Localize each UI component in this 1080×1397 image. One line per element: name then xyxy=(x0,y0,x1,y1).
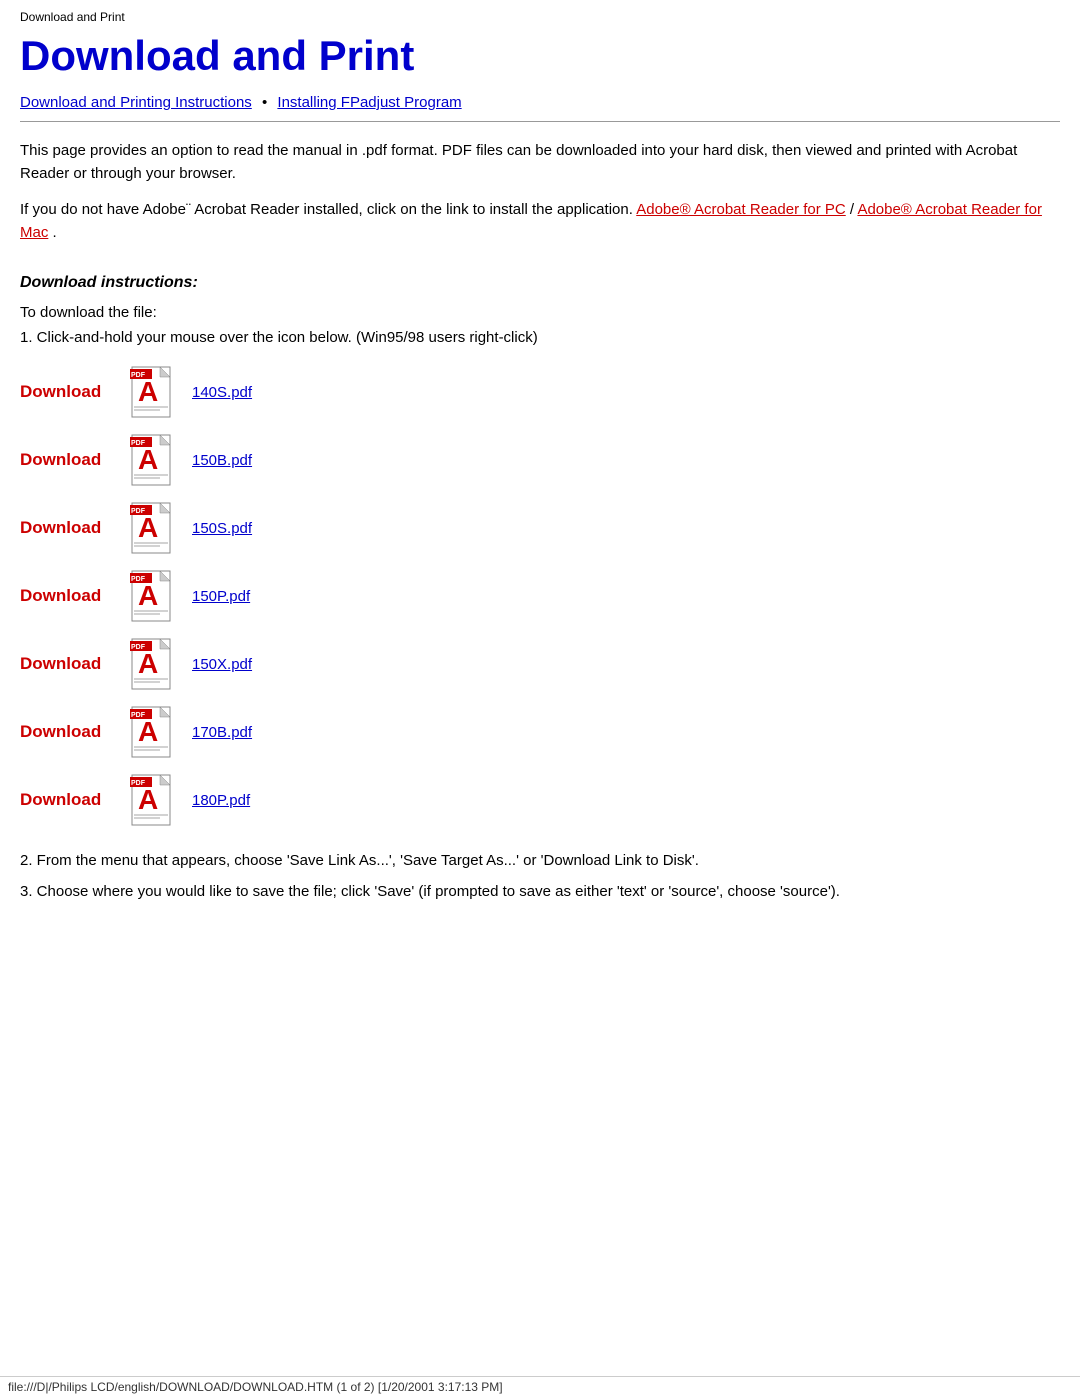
divider xyxy=(20,121,1060,122)
pdf-icon: PDF A xyxy=(130,567,182,625)
download-row: Download PDF A 150B.pdf xyxy=(20,428,1060,492)
browser-title: Download and Print xyxy=(20,10,1060,24)
svg-text:A: A xyxy=(138,716,158,747)
pdf-file-link[interactable]: 150B.pdf xyxy=(192,452,252,469)
pdf-icon: PDF A xyxy=(130,635,182,693)
download-label: Download xyxy=(20,518,130,538)
acrobat-text-before: If you do not have Adobe¨ Acrobat Reader… xyxy=(20,201,633,218)
nav-link-fpadjust[interactable]: Installing FPadjust Program xyxy=(277,94,461,111)
pdf-file-link[interactable]: 150S.pdf xyxy=(192,520,252,537)
to-download-text: To download the file: xyxy=(20,304,1060,321)
acrobat-link-pc[interactable]: Adobe® Acrobat Reader for PC xyxy=(636,201,846,218)
pdf-icon: PDF A xyxy=(130,703,182,761)
download-label: Download xyxy=(20,790,130,810)
svg-text:A: A xyxy=(138,444,158,475)
nav-link-download-instructions[interactable]: Download and Printing Instructions xyxy=(20,94,252,111)
acrobat-text-after: . xyxy=(53,224,57,241)
step2-text: 2. From the menu that appears, choose 'S… xyxy=(20,852,1060,869)
pdf-file-link[interactable]: 170B.pdf xyxy=(192,724,252,741)
section-title: Download instructions: xyxy=(20,274,1060,292)
pdf-icon: PDF A xyxy=(130,431,182,489)
pdf-file-link[interactable]: 180P.pdf xyxy=(192,792,250,809)
step3-text: 3. Choose where you would like to save t… xyxy=(20,881,1060,904)
pdf-file-link[interactable]: 140S.pdf xyxy=(192,384,252,401)
download-row: Download PDF A 150S.pdf xyxy=(20,496,1060,560)
pdf-icon: PDF A xyxy=(130,499,182,557)
download-label: Download xyxy=(20,450,130,470)
download-label: Download xyxy=(20,654,130,674)
pdf-icon: PDF A xyxy=(130,363,182,421)
download-label: Download xyxy=(20,586,130,606)
download-row: Download PDF A 150X.pdf xyxy=(20,632,1060,696)
intro-paragraph: This page provides an option to read the… xyxy=(20,140,1060,185)
svg-text:A: A xyxy=(138,580,158,611)
download-row: Download PDF A 170B.pdf xyxy=(20,700,1060,764)
download-label: Download xyxy=(20,722,130,742)
svg-text:A: A xyxy=(138,648,158,679)
step1-text: 1. Click-and-hold your mouse over the ic… xyxy=(20,329,1060,346)
acrobat-paragraph: If you do not have Adobe¨ Acrobat Reader… xyxy=(20,199,1060,244)
download-label: Download xyxy=(20,382,130,402)
download-row: Download PDF A 180P.pdf xyxy=(20,768,1060,832)
page-title: Download and Print xyxy=(20,32,1060,80)
download-row: Download PDF A 140S.pdf xyxy=(20,360,1060,424)
footer-bar: file:///D|/Philips LCD/english/DOWNLOAD/… xyxy=(0,1376,1080,1397)
pdf-file-link[interactable]: 150X.pdf xyxy=(192,656,252,673)
nav-separator: • xyxy=(262,94,267,111)
nav-links: Download and Printing Instructions • Ins… xyxy=(20,94,1060,111)
pdf-file-link[interactable]: 150P.pdf xyxy=(192,588,250,605)
download-list: Download PDF A 140S.pdfDownload PDF A xyxy=(20,360,1060,832)
svg-text:A: A xyxy=(138,784,158,815)
svg-text:A: A xyxy=(138,512,158,543)
pdf-icon: PDF A xyxy=(130,771,182,829)
download-row: Download PDF A 150P.pdf xyxy=(20,564,1060,628)
svg-text:A: A xyxy=(138,376,158,407)
